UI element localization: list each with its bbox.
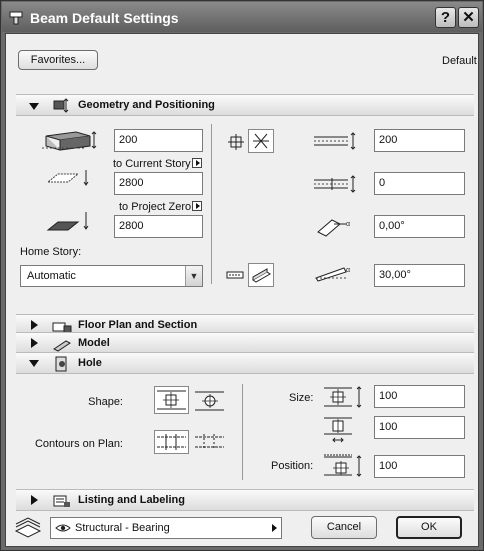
project-zero-toggle[interactable] [192,201,202,211]
layer-select[interactable]: Structural - Bearing [50,517,282,539]
circular-hole-icon[interactable] [193,388,226,414]
section-header-listing[interactable]: Listing and Labeling [16,489,474,511]
help-button[interactable]: ? [435,7,456,28]
beam-height-input[interactable]: 200 [114,129,203,152]
window-title: Beam Default Settings [30,10,179,26]
home-story-select[interactable]: Automatic ▼ [20,265,203,287]
hole-icon [55,356,67,372]
hole-size-input-1[interactable]: 100 [374,385,465,408]
hole-column-divider [242,384,243,480]
slant-angle-icon: α [317,219,350,237]
beam-height-icon [42,131,97,151]
contours-show-icon [157,434,186,450]
beam-3d-icon [252,268,271,283]
home-story-label: Home Story: [20,246,82,258]
hole-position-icon [324,454,362,477]
beam-reference-line-button[interactable] [248,129,274,153]
offset-plane-icon [46,170,89,186]
beam-width-icon [314,132,356,150]
incline-angle-icon: α [315,267,350,282]
section-title-listing: Listing and Labeling [78,494,185,506]
rect-hole-icon [157,390,186,410]
to-current-story-label: to Current Story [113,158,191,170]
home-story-value: Automatic [27,270,76,282]
beam-tool-icon [9,11,23,25]
hole-size-input-2[interactable]: 100 [374,416,465,439]
collapse-triangle-icon[interactable] [29,360,39,367]
model-icon [53,340,71,352]
position-label: Position: [271,460,314,472]
title-bar[interactable]: Beam Default Settings ? ✕ [2,2,482,32]
expand-triangle-icon[interactable] [31,495,38,505]
svg-text:α: α [346,267,350,274]
reference-offset-input[interactable]: 0 [374,172,465,195]
hole-height-icon [324,386,362,408]
hole-position-input[interactable]: 100 [374,455,465,478]
favorites-button[interactable]: Favorites... [18,50,98,70]
ok-button[interactable]: OK [396,516,462,539]
beam-outline-icon[interactable] [226,270,244,280]
layer-value: Structural - Bearing [75,522,170,534]
shape-label: Shape: [88,396,123,408]
listing-icon [53,495,70,507]
geometry-icon [53,98,69,113]
expand-triangle-icon[interactable] [31,338,38,348]
slant-angle-input[interactable]: 0,00° [374,215,465,238]
column-divider [211,124,212,284]
reference-line-icon [253,133,269,149]
project-zero-input[interactable]: 2800 [114,215,203,238]
eye-icon [55,524,71,532]
project-zero-icon [46,212,89,231]
beam-width-input[interactable]: 200 [374,129,465,152]
collapse-triangle-icon[interactable] [29,103,39,110]
section-title-floor-plan: Floor Plan and Section [78,319,198,331]
close-button[interactable]: ✕ [458,7,479,28]
svg-text:α: α [346,221,350,228]
reference-offset-icon [314,175,356,193]
contours-hide-icon[interactable] [193,431,226,453]
cancel-button[interactable]: Cancel [311,516,377,539]
to-project-zero-label: to Project Zero [119,201,192,213]
anchor-crosshair-icon[interactable] [228,134,244,150]
dialog-window: Beam Default Settings ? ✕ Favorites... D… [0,0,484,551]
layers-icon [14,517,42,538]
rectangular-hole-button[interactable] [154,386,189,414]
story-reference-toggle[interactable] [192,158,202,168]
section-title-hole: Hole [78,357,102,369]
dialog-body: Favorites... Default Geometry and Positi… [5,33,479,547]
chevron-down-icon[interactable]: ▼ [185,266,202,286]
story-offset-input[interactable]: 2800 [114,172,203,195]
contours-show-button[interactable] [154,430,189,454]
section-title-model: Model [78,337,110,349]
section-header-hole[interactable]: Hole [16,352,474,374]
incline-angle-input[interactable]: 30,00° [374,264,465,287]
contours-on-plan-label: Contours on Plan: [34,438,123,450]
beam-3d-view-button[interactable] [248,263,274,287]
expand-triangle-icon[interactable] [31,320,38,330]
section-title-geometry: Geometry and Positioning [78,99,215,111]
default-label: Default [442,55,477,67]
section-header-geometry[interactable]: Geometry and Positioning [16,94,474,116]
section-header-model[interactable]: Model [16,332,474,354]
chevron-right-icon [272,524,277,532]
hole-width-icon [324,417,352,443]
size-label: Size: [289,392,314,404]
